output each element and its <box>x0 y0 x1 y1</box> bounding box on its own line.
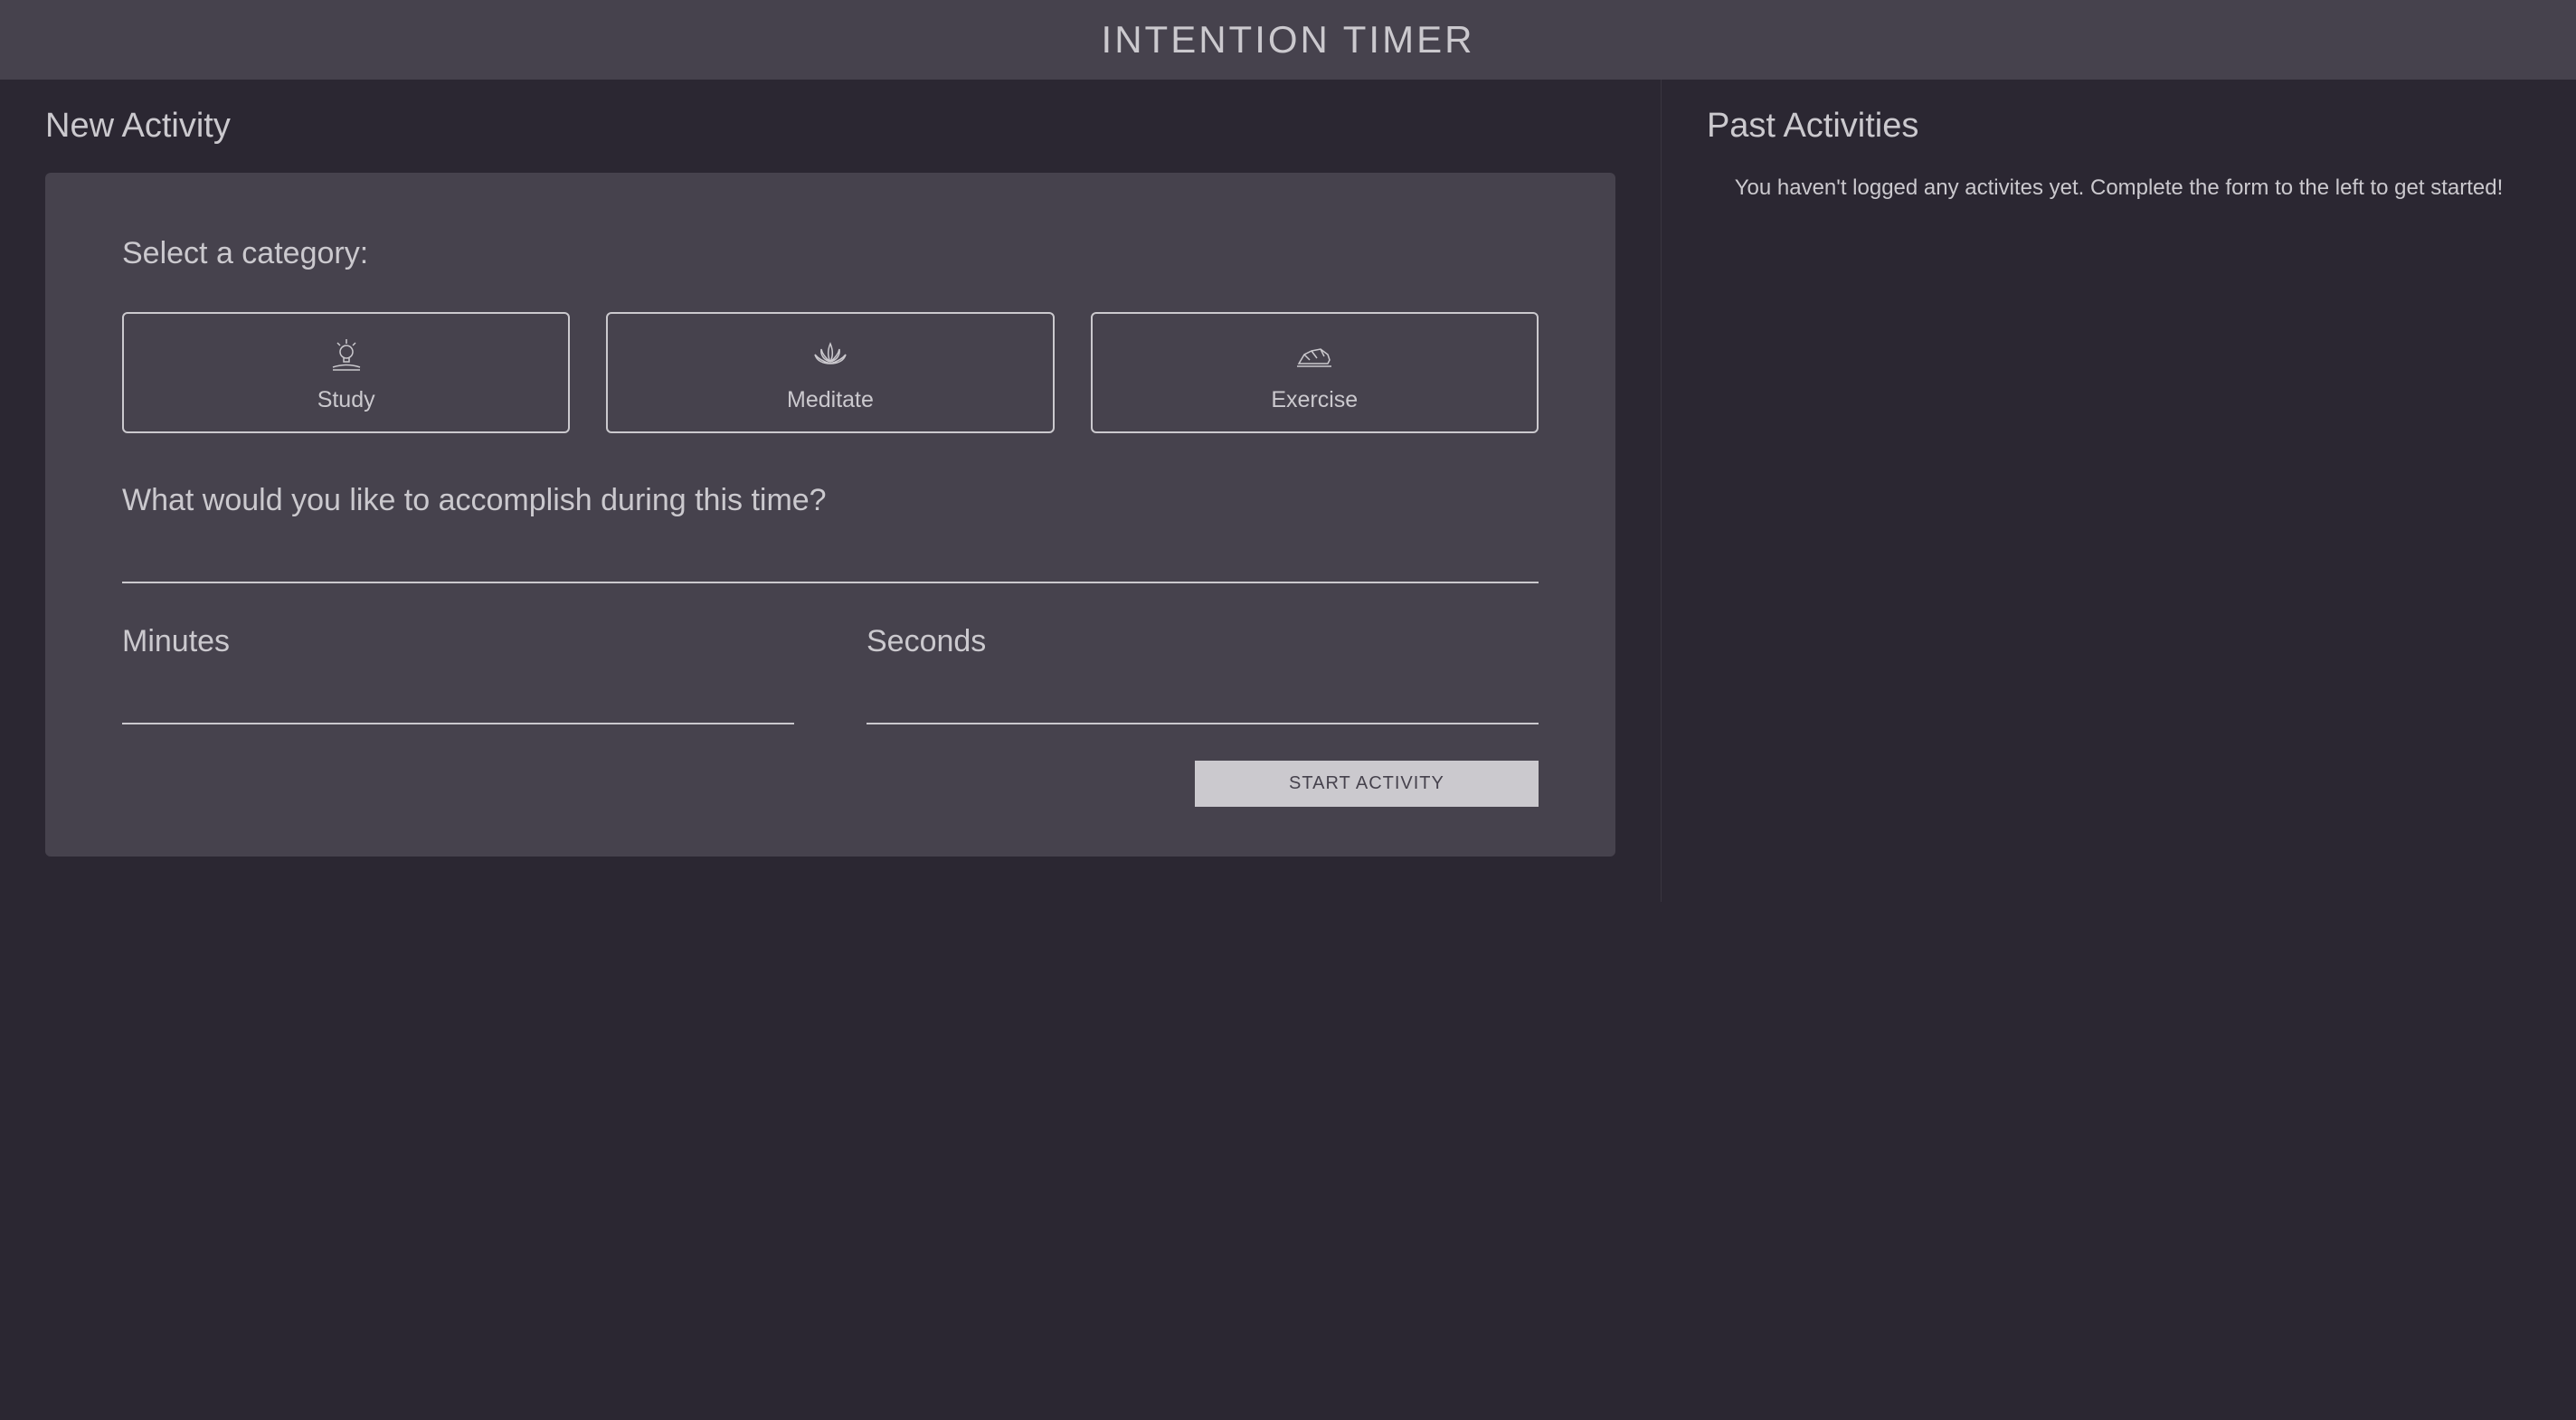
category-study-label: Study <box>317 387 375 413</box>
new-activity-form: Select a category: <box>45 173 1615 857</box>
new-activity-panel: New Activity Select a category: <box>0 80 1662 902</box>
minutes-label: Minutes <box>122 624 794 659</box>
seconds-field: Seconds <box>867 624 1539 724</box>
past-activities-title: Past Activities <box>1707 107 2531 146</box>
exercise-icon <box>1292 336 1337 371</box>
seconds-input[interactable] <box>867 676 1539 724</box>
app-title: INTENTION TIMER <box>0 18 2576 62</box>
study-icon <box>324 336 369 371</box>
past-activities-panel: Past Activities You haven't logged any a… <box>1662 80 2576 902</box>
minutes-field: Minutes <box>122 624 794 724</box>
time-row: Minutes Seconds <box>122 624 1539 724</box>
minutes-input[interactable] <box>122 676 794 724</box>
start-activity-button[interactable]: START ACTIVITY <box>1195 761 1539 807</box>
category-buttons-row: Study Meditate <box>122 312 1539 433</box>
past-activities-empty-message: You haven't logged any activites yet. Co… <box>1707 173 2531 204</box>
meditate-icon <box>808 336 853 371</box>
main-container: New Activity Select a category: <box>0 80 2576 902</box>
start-row: START ACTIVITY <box>122 761 1539 807</box>
category-meditate-label: Meditate <box>787 387 874 413</box>
app-header: INTENTION TIMER <box>0 0 2576 80</box>
select-category-label: Select a category: <box>122 236 1539 271</box>
seconds-label: Seconds <box>867 624 1539 659</box>
category-exercise-button[interactable]: Exercise <box>1091 312 1539 433</box>
category-meditate-button[interactable]: Meditate <box>606 312 1054 433</box>
category-exercise-label: Exercise <box>1271 387 1358 413</box>
accomplish-input[interactable] <box>122 535 1539 583</box>
category-study-button[interactable]: Study <box>122 312 570 433</box>
accomplish-label: What would you like to accomplish during… <box>122 483 1539 518</box>
new-activity-title: New Activity <box>45 107 1615 146</box>
